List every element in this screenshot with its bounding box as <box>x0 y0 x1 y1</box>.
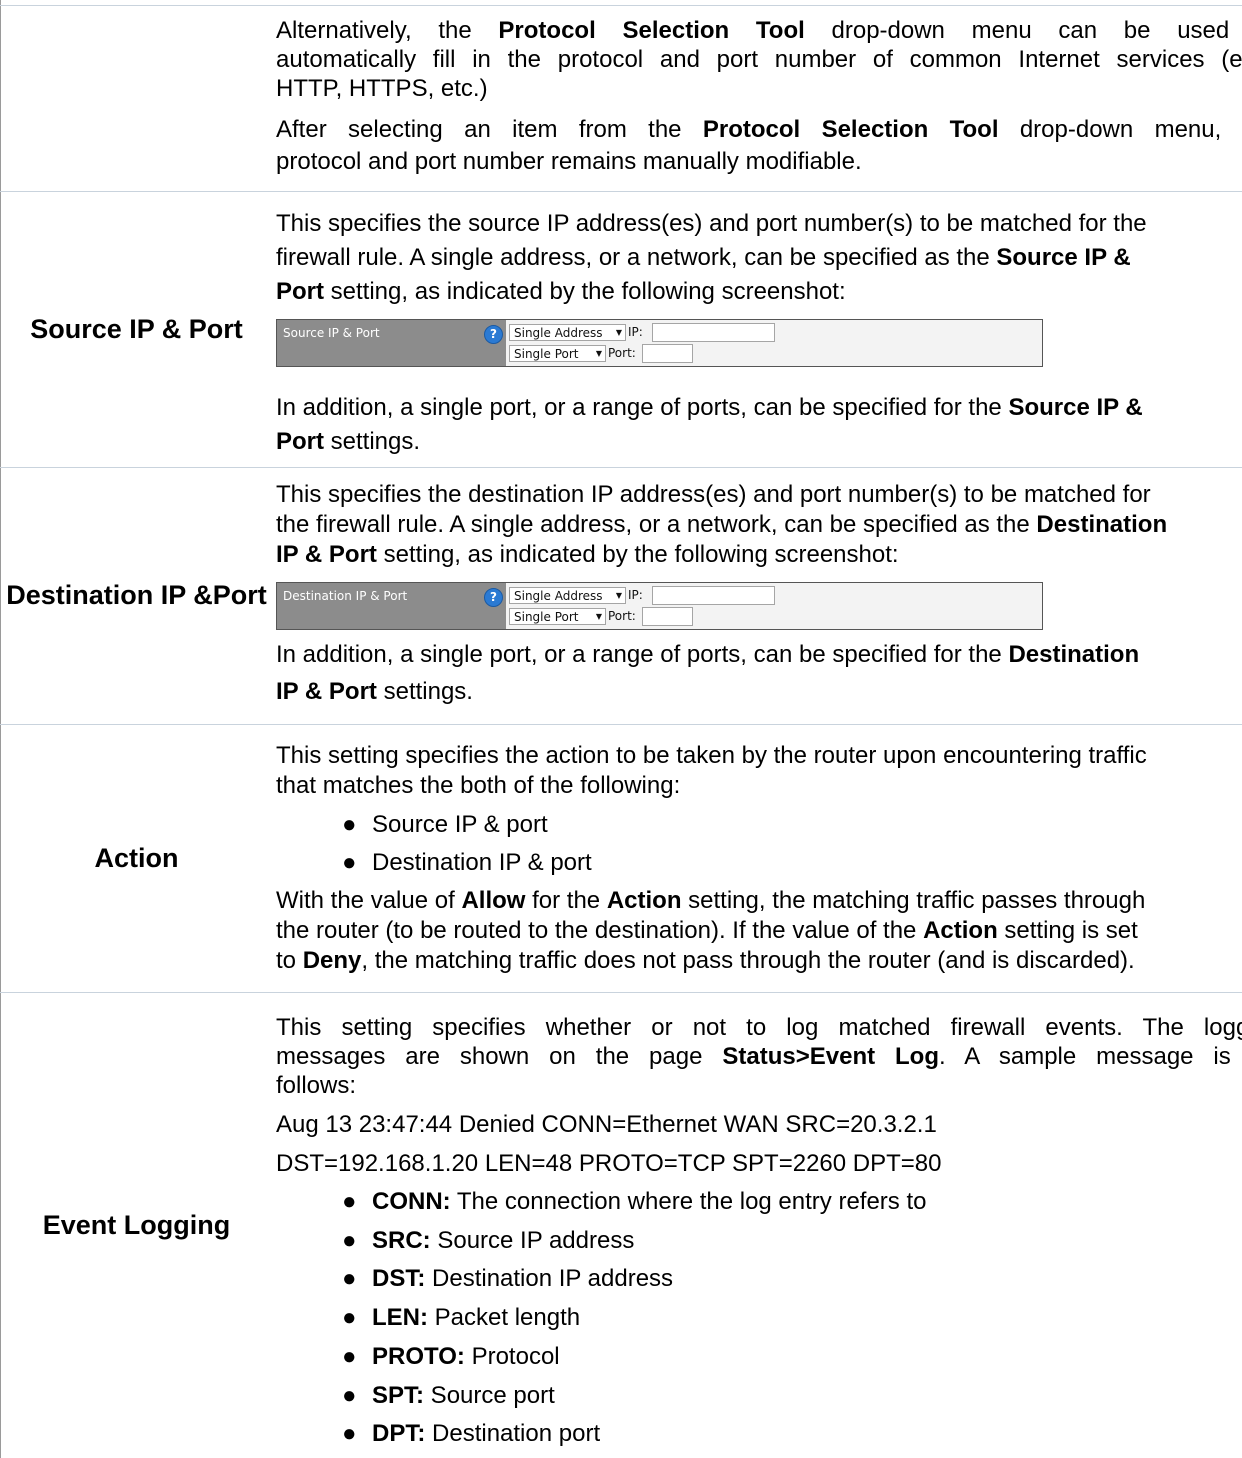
paragraph-line: Port settings. <box>276 428 421 455</box>
bullet-icon: ● <box>342 1188 357 1215</box>
row-label-line: Destination IP & <box>6 580 213 610</box>
bullet-icon: ● <box>342 1420 357 1448</box>
list-item-text: SRC: Source IP address <box>372 1226 634 1255</box>
address-type-select[interactable]: Single Address ▼ <box>509 324 626 341</box>
paragraph-line: automatically fill in the protocol and p… <box>276 46 1242 73</box>
paragraph-line: IP & Port settings. <box>276 678 473 705</box>
table-row-source-ip-port: Source IP & Port This specifies the sour… <box>0 191 1242 468</box>
chevron-down-icon: ▼ <box>615 328 622 337</box>
log-field-key: PROTO: <box>372 1342 465 1370</box>
table-row-event-logging: Event Logging This setting specifies whe… <box>0 992 1242 1458</box>
address-type-select[interactable]: Single Address ▼ <box>509 587 626 604</box>
list-item-text: SPT: Source port <box>372 1381 555 1410</box>
bullet-icon: ● <box>342 811 357 838</box>
port-label: Port: <box>608 346 636 360</box>
ip-input[interactable] <box>652 323 775 342</box>
log-field-description: Packet length <box>428 1304 581 1332</box>
list-item-text: CONN: The connection where the log entry… <box>372 1187 926 1216</box>
log-field-description: Source port <box>424 1381 555 1409</box>
select-value: Single Port <box>514 610 579 624</box>
port-label: Port: <box>608 609 636 623</box>
paragraph-line: follows: <box>276 1072 357 1099</box>
paragraph-line: After selecting an item from the Protoco… <box>276 116 1242 143</box>
paragraph-line: HTTP, HTTPS, etc.) <box>276 75 488 102</box>
ip-input[interactable] <box>652 586 775 605</box>
port-input[interactable] <box>642 344 693 363</box>
row-label: Event Logging <box>42 1209 231 1240</box>
bullet-icon: ● <box>342 1381 357 1409</box>
ip-label: IP: <box>628 588 643 602</box>
paragraph-line: the router (to be routed to the destinat… <box>276 917 1138 944</box>
paragraph-line: protocol and port number remains manuall… <box>276 148 862 175</box>
paragraph-line: to Deny, the matching traffic does not p… <box>276 947 1135 974</box>
log-field-key: CONN: <box>372 1188 451 1215</box>
row-label-line: Port <box>212 580 267 610</box>
list-item-text: Destination IP & port <box>372 849 592 876</box>
log-field-description: Protocol <box>464 1342 560 1370</box>
select-value: Single Port <box>514 347 579 361</box>
bullet-icon: ● <box>342 1226 357 1254</box>
paragraph-line: In addition, a single port, or a range o… <box>276 641 1140 668</box>
row-label: Destination IP & Port <box>0 467 273 724</box>
paragraph-line: that matches the both of the following: <box>276 772 681 799</box>
port-input[interactable] <box>642 607 693 626</box>
chevron-down-icon: ▼ <box>615 591 622 600</box>
paragraph-line: In addition, a single port, or a range o… <box>276 394 1143 421</box>
ip-label: IP: <box>628 325 643 339</box>
bullet-icon: ● <box>342 1304 357 1332</box>
table-row-protocol-continued: Alternatively, the Protocol Selection To… <box>0 6 1242 192</box>
screenshot-field-label: Destination IP & Port <box>277 583 506 629</box>
log-field-key: LEN: <box>372 1304 428 1332</box>
list-item-text: DPT: Destination port <box>372 1419 600 1448</box>
table-row-destination-ip-port: Destination IP & Port This specifies the… <box>0 467 1242 725</box>
paragraph-line: Alternatively, the Protocol Selection To… <box>276 17 1242 44</box>
log-field-key: DPT: <box>372 1420 426 1448</box>
bullet-icon: ● <box>342 1265 357 1293</box>
paragraph-line: This specifies the destination IP addres… <box>276 481 1151 508</box>
bullet-icon: ● <box>342 849 357 876</box>
row-label <box>0 6 273 191</box>
row-label: Source IP & Port <box>30 313 243 344</box>
source-ip-port-screenshot: Source IP & Port ? Single Address ▼ IP: … <box>276 319 1043 367</box>
help-icon[interactable]: ? <box>484 325 503 344</box>
list-item-text: LEN: Packet length <box>372 1303 580 1332</box>
chevron-down-icon: ▼ <box>595 349 602 358</box>
log-field-key: DST: <box>372 1265 426 1293</box>
list-item-text: PROTO: Protocol <box>372 1342 560 1371</box>
port-type-select[interactable]: Single Port ▼ <box>509 345 606 362</box>
destination-ip-port-screenshot: Destination IP & Port ? Single Address ▼… <box>276 582 1043 630</box>
log-field-description: The connection where the log entry refer… <box>450 1188 927 1215</box>
paragraph-line: messages are shown on the page Status>Ev… <box>276 1043 1242 1070</box>
log-field-key: SRC: <box>372 1226 431 1254</box>
paragraph-line: the firewall rule. A single address, or … <box>276 511 1168 538</box>
paragraph-line: This setting specifies the action to be … <box>276 742 1147 769</box>
log-field-description: Source IP address <box>430 1226 635 1254</box>
paragraph-line: firewall rule. A single address, or a ne… <box>276 244 1131 271</box>
log-field-description: Destination port <box>425 1420 601 1448</box>
help-icon[interactable]: ? <box>484 588 503 607</box>
select-value: Single Address <box>514 589 603 603</box>
paragraph-line: With the value of Allow for the Action s… <box>276 887 1146 914</box>
sample-log-line: DST=192.168.1.20 LEN=48 PROTO=TCP SPT=22… <box>276 1150 942 1177</box>
sample-log-line: Aug 13 23:47:44 Denied CONN=Ethernet WAN… <box>276 1111 937 1138</box>
chevron-down-icon: ▼ <box>595 612 602 621</box>
paragraph-line: This specifies the source IP address(es)… <box>276 210 1147 237</box>
paragraph-line: This setting specifies whether or not to… <box>276 1014 1242 1041</box>
settings-description-table: Alternatively, the Protocol Selection To… <box>0 0 1242 1458</box>
table-row-action: Action This setting specifies the action… <box>0 724 1242 993</box>
paragraph-line: Port setting, as indicated by the follow… <box>276 278 846 305</box>
select-value: Single Address <box>514 326 603 340</box>
paragraph-line: IP & Port setting, as indicated by the f… <box>276 541 899 568</box>
port-type-select[interactable]: Single Port ▼ <box>509 608 606 625</box>
list-item-text: DST: Destination IP address <box>372 1264 673 1293</box>
bullet-icon: ● <box>342 1342 357 1370</box>
screenshot-field-label: Source IP & Port <box>277 320 506 366</box>
log-field-description: Destination IP address <box>425 1265 674 1293</box>
list-item-text: Source IP & port <box>372 811 548 838</box>
log-field-key: SPT: <box>372 1381 425 1409</box>
row-label: Action <box>94 842 179 873</box>
